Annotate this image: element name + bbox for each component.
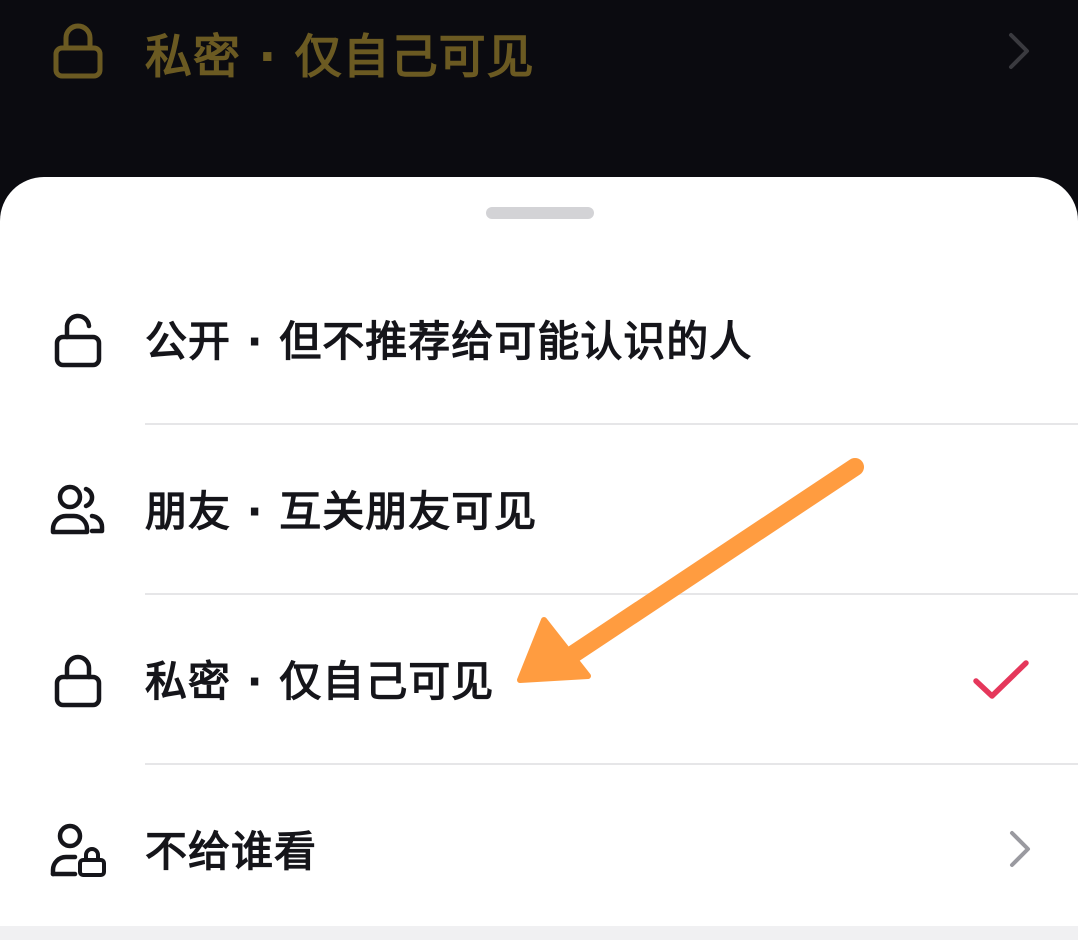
option-public[interactable]: 公开 · 但不推荐给可能认识的人 (0, 255, 1078, 425)
sheet-drag-handle[interactable] (486, 207, 594, 219)
option-friends-label: 朋友 · 互关朋友可见 (145, 487, 538, 536)
background-selection-label: 私密 · 仅自己可见 (145, 30, 535, 85)
lock-icon (54, 654, 102, 708)
lock-icon (53, 23, 103, 79)
option-hide-from-label: 不给谁看 (145, 827, 318, 876)
checkmark-icon (973, 660, 1029, 699)
option-private-label: 私密 · 仅自己可见 (145, 657, 495, 706)
screen: 私密 · 仅自己可见 公开 · 但不推荐给可能认识的人 朋友 · 互关朋友可见 (0, 0, 1078, 940)
option-public-label: 公开 · 但不推荐给可能认识的人 (145, 317, 753, 366)
option-private[interactable]: 私密 · 仅自己可见 (0, 595, 1078, 765)
chevron-right-icon (1010, 831, 1030, 867)
bottom-bar (0, 926, 1078, 940)
user-lock-icon (50, 823, 106, 877)
background-visibility-row: 私密 · 仅自己可见 (0, 0, 1078, 110)
option-hide-from[interactable]: 不给谁看 (0, 765, 1078, 935)
unlock-icon (54, 313, 102, 368)
visibility-bottom-sheet: 公开 · 但不推荐给可能认识的人 朋友 · 互关朋友可见 私密 · 仅自己可见 (0, 177, 1078, 940)
option-friends[interactable]: 朋友 · 互关朋友可见 (0, 425, 1078, 595)
chevron-right-icon (1009, 33, 1029, 69)
friends-icon (50, 484, 105, 535)
